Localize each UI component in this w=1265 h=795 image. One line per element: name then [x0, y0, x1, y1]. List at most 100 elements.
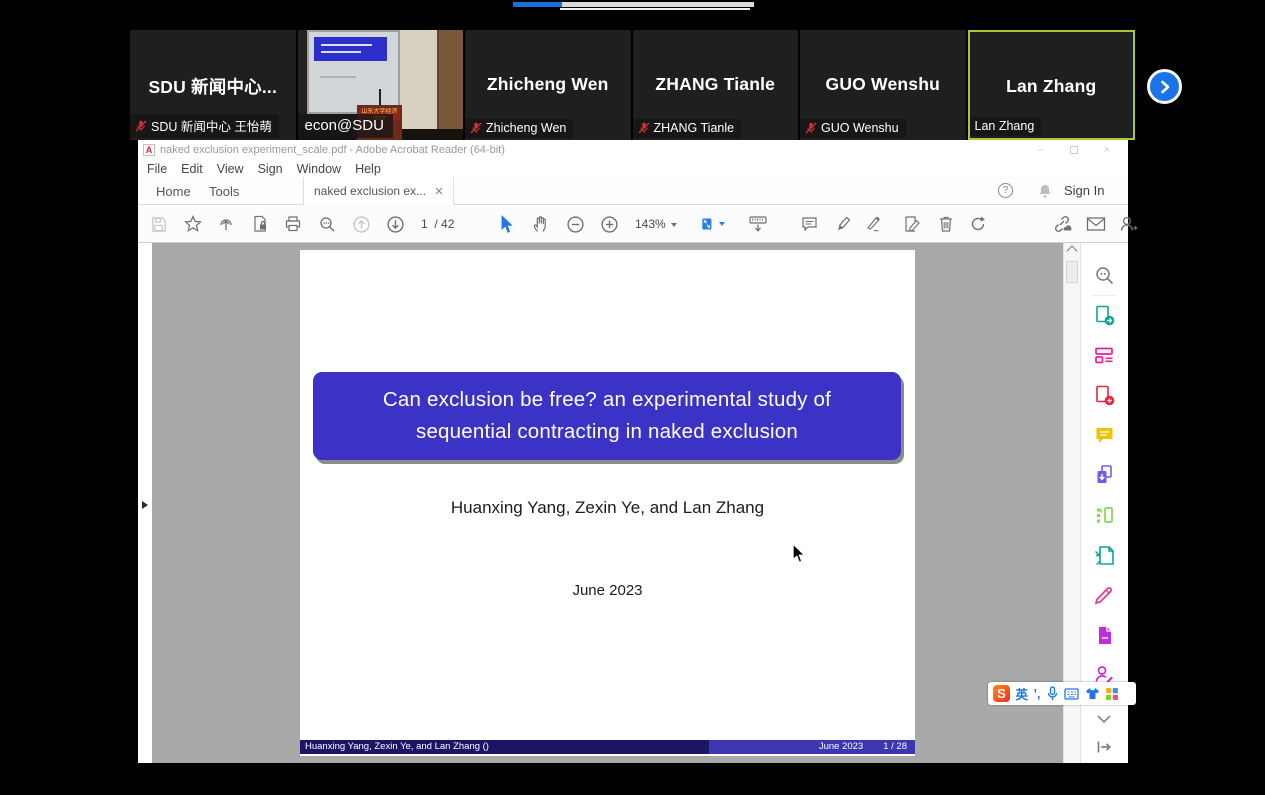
participant-label: ZHANG Tianle — [633, 119, 742, 138]
zoom-in-icon[interactable] — [597, 212, 621, 236]
participant-label: econ@SDU — [298, 114, 393, 138]
comment-icon[interactable] — [797, 212, 821, 236]
participant-tile-lan-zhang-active[interactable]: Lan Zhang Lan Zhang — [968, 30, 1136, 140]
share-file-icon[interactable] — [214, 212, 238, 236]
more-tools-chevron-icon[interactable] — [1096, 711, 1117, 732]
skin-tshirt-icon[interactable] — [1085, 687, 1100, 700]
refresh-icon[interactable] — [966, 212, 990, 236]
page-number-field[interactable]: 1 / 42 — [421, 217, 454, 231]
participant-name: ZHANG Tianle — [633, 74, 799, 95]
document-canvas[interactable]: Can exclusion be free? an experimental s… — [152, 243, 1063, 763]
notifications-bell-icon[interactable] — [1037, 183, 1053, 199]
protect-file-icon[interactable] — [248, 212, 272, 236]
email-icon[interactable] — [1084, 212, 1108, 236]
slide-title-line1: Can exclusion be free? an experimental s… — [383, 384, 831, 416]
create-pdf-icon[interactable] — [1094, 385, 1115, 406]
menu-view[interactable]: View — [217, 162, 244, 176]
microphone-icon[interactable] — [1046, 686, 1059, 701]
close-tab-icon[interactable] — [435, 187, 443, 195]
minimize-button[interactable]: – — [1037, 145, 1043, 156]
participant-name: Lan Zhang — [970, 76, 1134, 97]
highlight-icon[interactable] — [831, 212, 855, 236]
delete-icon[interactable] — [934, 212, 958, 236]
save-icon[interactable] — [146, 212, 170, 236]
projected-slide-title — [314, 37, 387, 61]
restore-button[interactable] — [1070, 146, 1078, 154]
fill-and-sign-icon[interactable] — [1094, 585, 1115, 606]
window-title: naked exclusion experiment_scale.pdf - A… — [160, 144, 505, 156]
print-icon[interactable] — [281, 212, 305, 236]
select-tool-icon[interactable] — [495, 212, 519, 236]
comment-tool-icon[interactable] — [1094, 425, 1115, 446]
slide-footer-date: June 2023 — [819, 740, 863, 754]
navigation-pane-collapsed[interactable] — [138, 243, 152, 763]
star-icon[interactable] — [181, 212, 205, 236]
sign-pen-icon[interactable] — [862, 212, 886, 236]
projector-screen — [307, 30, 400, 114]
tab-document[interactable]: naked exclusion ex... — [303, 177, 454, 205]
slide-footer: Huanxing Yang, Zexin Ye, and Lan Zhang (… — [300, 740, 915, 754]
menu-file[interactable]: File — [147, 162, 167, 176]
scroll-up-icon[interactable] — [1066, 245, 1077, 256]
next-page-icon[interactable] — [383, 212, 407, 236]
scrollbar-thumb[interactable] — [1066, 261, 1078, 283]
previous-page-icon[interactable] — [349, 212, 373, 236]
language-mode-icon[interactable]: 英 — [1016, 684, 1029, 703]
organize-pages-icon[interactable] — [1094, 505, 1115, 526]
compress-pdf-icon[interactable] — [1094, 545, 1115, 566]
muted-mic-icon — [805, 122, 817, 134]
participant-tile-guo-wenshu[interactable]: GUO Wenshu GUO Wenshu — [800, 30, 968, 140]
menu-help[interactable]: Help — [355, 162, 381, 176]
punctuation-icon[interactable]: ’, — [1034, 687, 1041, 701]
page-fit-icon[interactable] — [701, 212, 725, 236]
participant-tile-zhang-tianle[interactable]: ZHANG Tianle ZHANG Tianle — [633, 30, 801, 140]
participant-name: GUO Wenshu — [800, 74, 966, 95]
top-white-line — [560, 8, 750, 10]
top-progress-gray-segment — [562, 2, 754, 7]
next-participants-button[interactable] — [1147, 69, 1182, 104]
participant-tile-sdu[interactable]: SDU 新闻中心... SDU 新闻中心 王怡萌 — [130, 30, 298, 140]
hand-tool-icon[interactable] — [529, 212, 553, 236]
participant-tile-zhicheng[interactable]: Zhicheng Wen Zhicheng Wen — [465, 30, 633, 140]
expand-pane-icon[interactable] — [142, 501, 148, 509]
share-link-icon[interactable] — [1050, 212, 1074, 236]
sogou-logo-icon[interactable]: S — [993, 685, 1010, 702]
export-pdf-icon[interactable] — [1094, 305, 1115, 326]
participant-label: Zhicheng Wen — [465, 119, 573, 138]
slide-authors: Huanxing Yang, Zexin Ye, and Lan Zhang — [300, 498, 915, 518]
scrolling-mode-icon[interactable] — [746, 212, 770, 236]
menu-sign[interactable]: Sign — [258, 162, 283, 176]
help-icon[interactable]: ? — [998, 183, 1013, 198]
sign-in-button[interactable]: Sign In — [1064, 183, 1104, 198]
participant-name: Zhicheng Wen — [465, 74, 631, 95]
zoom-out-icon[interactable] — [563, 212, 587, 236]
toolbox-grid-icon[interactable] — [1105, 687, 1119, 701]
tab-home[interactable]: Home — [156, 184, 191, 199]
soft-keyboard-icon[interactable] — [1064, 688, 1079, 700]
muted-mic-icon — [638, 122, 650, 134]
participant-tile-econ[interactable]: 山东大学经济学院 econ@SDU — [298, 30, 466, 140]
participant-name: SDU 新闻中心... — [130, 74, 296, 99]
edit-pdf-icon[interactable] — [1094, 345, 1115, 366]
pdf-page[interactable]: Can exclusion be free? an experimental s… — [300, 250, 915, 756]
muted-mic-icon — [470, 122, 482, 134]
close-button[interactable]: × — [1104, 145, 1110, 156]
slide-title-box: Can exclusion be free? an experimental s… — [313, 372, 901, 460]
tab-tools[interactable]: Tools — [209, 184, 239, 199]
invite-user-icon[interactable] — [1116, 212, 1140, 236]
slide-footer-authors: Huanxing Yang, Zexin Ye, and Lan Zhang (… — [300, 740, 709, 754]
search-icon[interactable] — [1094, 265, 1115, 286]
fill-sign-icon[interactable] — [900, 212, 924, 236]
zoom-level-dropdown[interactable]: 143% — [635, 217, 677, 231]
menu-window[interactable]: Window — [297, 162, 341, 176]
window-titlebar[interactable]: A naked exclusion experiment_scale.pdf -… — [138, 140, 1128, 160]
slide-footer-page: 1 / 28 — [883, 740, 907, 754]
request-esign-icon[interactable] — [1094, 625, 1115, 646]
combine-files-icon[interactable] — [1094, 464, 1115, 485]
open-tools-panel-icon[interactable] — [1096, 740, 1117, 761]
mouse-cursor — [792, 544, 806, 564]
menu-edit[interactable]: Edit — [181, 162, 203, 176]
acrobat-window: A naked exclusion experiment_scale.pdf -… — [138, 140, 1128, 763]
find-icon[interactable] — [315, 212, 339, 236]
acrobat-app-icon: A — [143, 144, 155, 156]
